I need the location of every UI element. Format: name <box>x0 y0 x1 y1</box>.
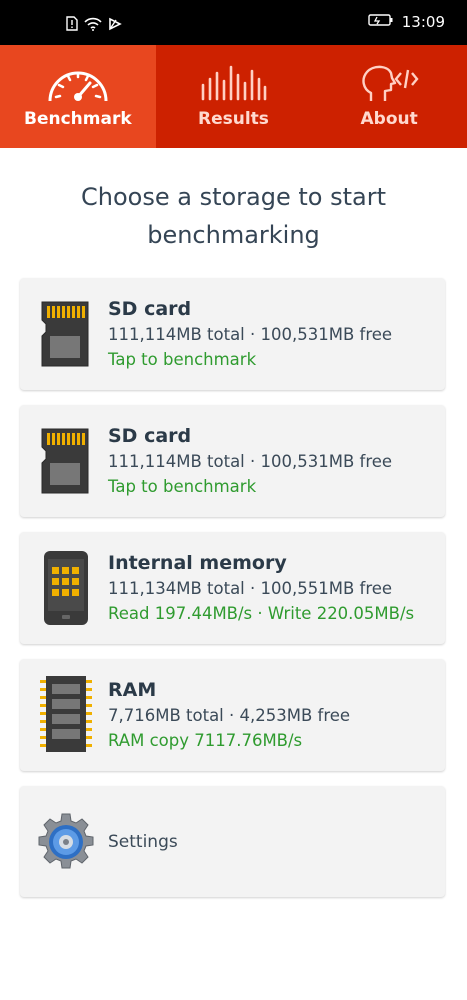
page-heading: Choose a storage to start benchmarking <box>0 178 467 254</box>
card-info: 111,114MB total · 100,531MB free <box>108 325 393 344</box>
signal-icon <box>108 16 122 35</box>
wifi-icon <box>84 16 102 35</box>
storage-card-sd-1[interactable]: SD card 111,114MB total · 100,531MB free… <box>20 278 445 390</box>
card-title: SD card <box>108 298 192 320</box>
head-code-icon <box>357 63 421 107</box>
bar-chart-icon <box>199 63 267 105</box>
status-icons-left <box>66 16 122 35</box>
tab-benchmark-label: Benchmark <box>24 109 132 129</box>
gear-icon <box>36 812 96 876</box>
card-info: 7,716MB total · 4,253MB free <box>108 706 351 725</box>
status-bar: 13:09 <box>0 0 467 45</box>
sd-card-icon <box>38 425 92 501</box>
tab-results-label: Results <box>198 109 269 129</box>
tab-bar: Benchmark Results About <box>0 45 467 148</box>
tab-about-label: About <box>360 109 418 129</box>
storage-card-internal[interactable]: Internal memory 111,134MB total · 100,55… <box>20 532 445 644</box>
storage-card-sd-2[interactable]: SD card 111,114MB total · 100,531MB free… <box>20 405 445 517</box>
card-info: 111,134MB total · 100,551MB free <box>108 579 393 598</box>
card-title: SD card <box>108 425 192 447</box>
card-action: RAM copy 7117.76MB/s <box>108 731 303 750</box>
heading-line-2: benchmarking <box>147 221 320 249</box>
tab-benchmark[interactable]: Benchmark <box>0 45 156 148</box>
card-info: 111,114MB total · 100,531MB free <box>108 452 393 471</box>
storage-card-ram[interactable]: RAM 7,716MB total · 4,253MB free RAM cop… <box>20 659 445 771</box>
sim-alert-icon <box>66 16 78 35</box>
battery-charging-icon <box>368 13 394 31</box>
card-action: Tap to benchmark <box>108 477 257 496</box>
phone-icon <box>38 549 92 631</box>
clock-time: 13:09 <box>401 13 445 31</box>
ram-chip-icon <box>38 674 94 758</box>
settings-label: Settings <box>108 832 178 852</box>
tab-about[interactable]: About <box>311 45 467 148</box>
sd-card-icon <box>38 298 92 374</box>
card-title: RAM <box>108 679 157 701</box>
card-action: Read 197.44MB/s · Write 220.05MB/s <box>108 604 415 623</box>
settings-card[interactable]: Settings <box>20 786 445 897</box>
tab-results[interactable]: Results <box>156 45 312 148</box>
status-icons-right: 13:09 <box>368 13 445 31</box>
speedometer-icon <box>44 63 112 109</box>
card-action: Tap to benchmark <box>108 350 257 369</box>
card-title: Internal memory <box>108 552 287 574</box>
heading-line-1: Choose a storage to start <box>81 183 386 211</box>
